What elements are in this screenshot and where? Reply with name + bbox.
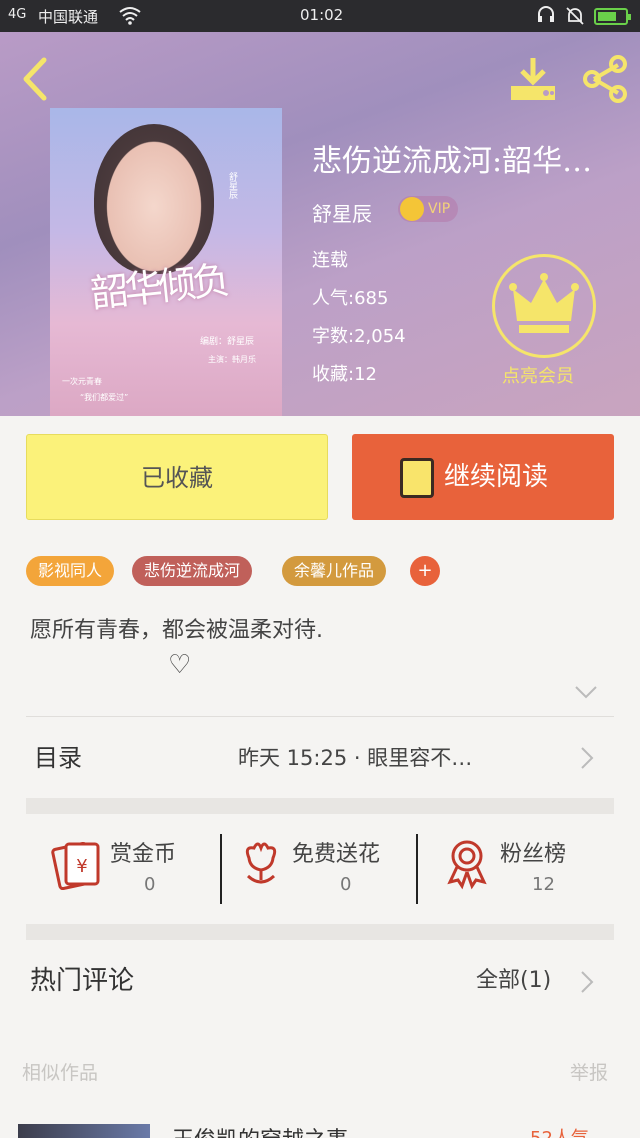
status-bar: 4G 中国联通 01:02 bbox=[0, 0, 640, 32]
flower-icon bbox=[234, 836, 288, 890]
cover-publisher: 一次元青春 bbox=[62, 377, 102, 386]
carrier-name: 中国联通 bbox=[38, 8, 99, 26]
stat-label: 赏金币 bbox=[110, 842, 177, 867]
crown-badge-icon bbox=[400, 197, 424, 221]
add-tag-button[interactable]: + bbox=[410, 556, 440, 586]
book-title: 悲伤逆流成河:韶华… bbox=[312, 144, 593, 179]
all-comments-link[interactable]: 全部(1) bbox=[476, 962, 551, 994]
book-word-count: 字数:2,054 bbox=[312, 326, 406, 347]
cover-credit: 主演：韩月乐 bbox=[208, 355, 256, 364]
medal-icon bbox=[440, 836, 494, 890]
stat-label: 粉丝榜 bbox=[500, 842, 567, 867]
battery-icon bbox=[594, 8, 631, 25]
chevron-right-icon bbox=[580, 970, 594, 1000]
stat-label: 免费送花 bbox=[292, 842, 381, 867]
toc-label: 目录 bbox=[34, 744, 82, 772]
book-cover[interactable]: 韶华倾负 舒星辰 编剧：舒星辰 主演：韩月乐 一次元青春 “我们都爱过” bbox=[50, 108, 282, 416]
book-header: 韶华倾负 舒星辰 编剧：舒星辰 主演：韩月乐 一次元青春 “我们都爱过” 悲伤逆… bbox=[0, 32, 640, 416]
wifi-icon bbox=[118, 5, 142, 29]
divider bbox=[416, 834, 418, 904]
back-icon[interactable] bbox=[16, 54, 56, 104]
section-separator bbox=[26, 798, 614, 814]
cover-credit: 编剧：舒星辰 bbox=[200, 337, 255, 347]
hot-comments-label: 热门评论 bbox=[30, 966, 135, 996]
svg-text:¥: ¥ bbox=[76, 856, 87, 877]
section-separator bbox=[26, 924, 614, 940]
book-summary: 愿所有青春，都会被温柔对待. bbox=[30, 618, 323, 643]
member-label[interactable]: 点亮会员 bbox=[502, 362, 574, 388]
chevron-right-icon bbox=[580, 746, 594, 776]
chevron-down-icon[interactable] bbox=[574, 680, 598, 704]
cover-author-tag: 舒星辰 bbox=[227, 172, 237, 199]
continue-reading-label: 继续阅读 bbox=[444, 462, 549, 492]
tag-film-fanfic[interactable]: 影视同人 bbox=[26, 556, 115, 586]
clock: 01:02 bbox=[300, 6, 344, 24]
headset-icon bbox=[536, 5, 556, 29]
stat-value: 0 bbox=[340, 874, 352, 895]
book-status: 连载 bbox=[312, 250, 348, 271]
continue-reading-button[interactable]: 继续阅读 bbox=[352, 434, 614, 520]
heart-icon: ♡ bbox=[168, 650, 192, 680]
book-popularity: 人气:685 bbox=[312, 288, 389, 309]
report-button[interactable]: 举报 bbox=[570, 1058, 608, 1085]
similar-work-title: 王俊凯的穿越之事 bbox=[172, 1122, 348, 1138]
vip-badge: VIP bbox=[398, 196, 459, 222]
member-button[interactable] bbox=[492, 254, 596, 358]
similar-works-label: 相似作品 bbox=[22, 1062, 99, 1084]
cover-title: 韶华倾负 bbox=[88, 257, 229, 316]
book-icon bbox=[400, 458, 434, 498]
share-icon[interactable] bbox=[580, 54, 630, 104]
cover-slogan: “我们都爱过” bbox=[80, 393, 129, 402]
mute-bell-icon bbox=[564, 5, 586, 31]
similar-work-popularity: 52人气 bbox=[530, 1124, 589, 1138]
collected-button[interactable]: 已收藏 bbox=[26, 434, 328, 520]
tag-author-works[interactable]: 余馨儿作品 bbox=[282, 556, 387, 586]
book-author[interactable]: 舒星辰 bbox=[312, 198, 372, 227]
signal-indicator: 4G bbox=[8, 7, 27, 22]
stat-value: 12 bbox=[532, 874, 555, 895]
tag-sad-river[interactable]: 悲伤逆流成河 bbox=[132, 556, 253, 586]
stat-value: 0 bbox=[144, 874, 156, 895]
crown-icon bbox=[509, 273, 579, 333]
download-icon[interactable] bbox=[508, 56, 558, 102]
red-envelope-icon: ¥ bbox=[50, 836, 104, 891]
toc-latest-chapter: 昨天 15:25 · 眼里容不… bbox=[238, 746, 473, 770]
divider bbox=[26, 716, 614, 717]
vip-label: VIP bbox=[428, 201, 451, 217]
divider bbox=[220, 834, 222, 904]
book-favorites: 收藏:12 bbox=[312, 364, 377, 385]
similar-work-thumbnail bbox=[18, 1124, 150, 1138]
